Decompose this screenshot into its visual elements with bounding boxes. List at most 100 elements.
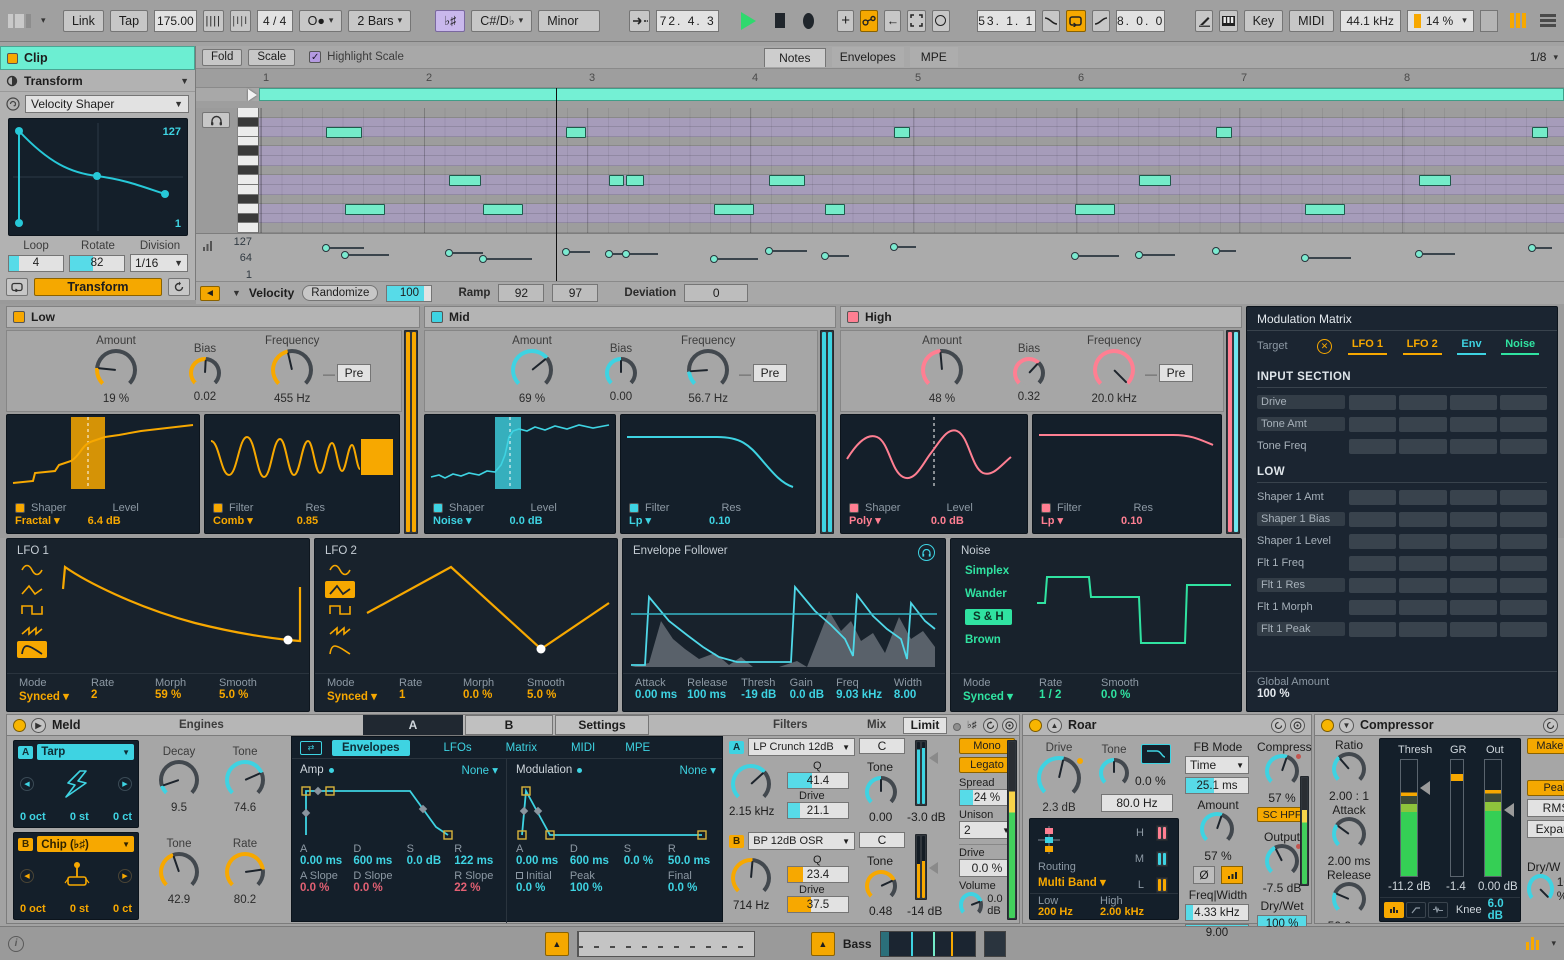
- low-shaper-type-menu[interactable]: Fractal ▾: [15, 514, 60, 527]
- scale-aware-icon[interactable]: ♭♯: [967, 720, 977, 731]
- high-filter-res-field[interactable]: 0.10: [1121, 515, 1142, 527]
- amp-attack-field[interactable]: 0.00 ms: [300, 855, 353, 867]
- matrix-cell[interactable]: [1399, 556, 1446, 571]
- refresh-tool-icon[interactable]: [6, 97, 20, 111]
- matrix-source-lfo1[interactable]: LFO 1: [1348, 338, 1387, 355]
- matrix-cell[interactable]: [1450, 578, 1497, 593]
- amp-rslope-field[interactable]: 22 %: [454, 882, 498, 894]
- matrix-cell[interactable]: [1500, 622, 1547, 637]
- filter-a-drive-field[interactable]: 21.1: [787, 802, 849, 819]
- routing-mode-menu[interactable]: Multi Band ▾: [1038, 875, 1106, 889]
- mix-b-tone-knob[interactable]: [865, 870, 897, 902]
- high-shaper-level-field[interactable]: 0.0 dB: [931, 515, 964, 527]
- window-caret-icon[interactable]: ▾: [41, 15, 46, 26]
- mix-b-c-button[interactable]: C: [859, 832, 905, 848]
- matrix-cell[interactable]: [1399, 395, 1446, 410]
- preview-headphone-icon[interactable]: [202, 112, 230, 128]
- cpu-meter[interactable]: 14 %▾: [1407, 10, 1474, 32]
- piano-key[interactable]: [238, 223, 258, 233]
- comp-thresh-handle[interactable]: [1420, 781, 1430, 795]
- matrix-cell[interactable]: [1500, 578, 1547, 593]
- matrix-cell[interactable]: [1399, 600, 1446, 615]
- velocity-shaper-curve[interactable]: 127 1: [8, 118, 188, 236]
- fb-freq-field[interactable]: 4.33 kHz: [1185, 904, 1249, 921]
- clip-overview[interactable]: [577, 931, 755, 957]
- mid-frequency-knob[interactable]: [687, 349, 729, 391]
- roar-randomize-icon[interactable]: [1271, 718, 1286, 733]
- lfo2-rate-field[interactable]: 1: [399, 689, 463, 701]
- mid-shaper-type-menu[interactable]: Noise ▾: [433, 514, 472, 527]
- high-filter-activator[interactable]: [1041, 503, 1051, 513]
- piano-key[interactable]: [238, 137, 258, 147]
- band-low-activator[interactable]: [13, 311, 25, 323]
- noise-rate-field[interactable]: 1 / 2: [1039, 689, 1101, 701]
- meld-subtab-lfos[interactable]: LFOs: [444, 742, 472, 754]
- piano-key[interactable]: [238, 166, 258, 176]
- matrix-clear-icon[interactable]: ✕: [1317, 339, 1332, 354]
- filter-a-freq-value[interactable]: 2.15 kHz: [729, 806, 774, 818]
- status-caret-icon[interactable]: ▾: [1551, 938, 1556, 949]
- comp-expand-button[interactable]: Expand: [1527, 820, 1564, 838]
- matrix-cell[interactable]: [1500, 439, 1547, 454]
- mod-env-display[interactable]: [516, 783, 716, 841]
- comp-out-value[interactable]: 0.00 dB: [1478, 881, 1518, 893]
- low-filter-display[interactable]: FilterRes Comb ▾0.85: [204, 414, 400, 534]
- lane-select-caret[interactable]: ▼: [232, 288, 241, 298]
- scale-mode-button[interactable]: Scale: [248, 49, 295, 66]
- roar-fold-icon[interactable]: ▲: [1047, 718, 1062, 733]
- root-note-menu[interactable]: C#/D♭▾: [471, 10, 532, 32]
- low-frequency-knob[interactable]: [271, 349, 313, 391]
- fold-button[interactable]: Fold: [202, 49, 242, 66]
- ramp-to-field[interactable]: 97: [552, 284, 598, 302]
- loop-brace[interactable]: [259, 88, 1564, 101]
- comp-drywet-knob[interactable]: [1527, 874, 1554, 904]
- count-in-icon[interactable]: |I|I: [230, 10, 251, 32]
- capture-midi-icon[interactable]: [907, 10, 925, 32]
- envf-thresh-field[interactable]: -19 dB: [741, 689, 789, 701]
- lfo1-rate-field[interactable]: 2: [91, 689, 155, 701]
- clip-panel-header[interactable]: Clip: [0, 46, 195, 70]
- amp-release-field[interactable]: 122 ms: [454, 855, 498, 867]
- matrix-cell[interactable]: [1349, 600, 1396, 615]
- loop-count-field[interactable]: 4: [8, 255, 64, 272]
- transform-collapse-caret[interactable]: ▼: [180, 76, 189, 86]
- envf-attack-field[interactable]: 0.00 ms: [635, 689, 687, 701]
- piano-key[interactable]: [238, 195, 258, 205]
- comp-activity-view-icon[interactable]: [1428, 902, 1448, 918]
- punch-in-icon[interactable]: [1042, 10, 1060, 32]
- transform-section-header[interactable]: Transform ▼: [0, 70, 195, 92]
- high-frequency-knob[interactable]: [1093, 349, 1135, 391]
- noise-type-brown[interactable]: Brown: [965, 632, 1012, 648]
- roar-tone-freq-field[interactable]: 80.0 Hz: [1101, 794, 1173, 812]
- mid-bias-knob[interactable]: [605, 357, 637, 389]
- engine-b-oct-field[interactable]: 0 oct: [20, 903, 46, 915]
- mid-filter-type-menu[interactable]: Lp ▾: [629, 514, 651, 527]
- matrix-cell[interactable]: [1349, 622, 1396, 637]
- high-shaper-activator[interactable]: [849, 503, 859, 513]
- engine-a-prev-icon[interactable]: ◀: [20, 777, 34, 791]
- filter-b-freq-knob[interactable]: [731, 858, 771, 898]
- comp-rms-button[interactable]: RMS: [1527, 799, 1564, 817]
- mix-a-level-value[interactable]: -3.0 dB: [907, 810, 946, 824]
- matrix-cell[interactable]: [1500, 417, 1547, 432]
- draw-mode-icon[interactable]: [1195, 10, 1213, 32]
- roar-tone-filter-icon[interactable]: [1141, 744, 1171, 764]
- key-map-button[interactable]: Key: [1244, 10, 1284, 32]
- mid-pre-button[interactable]: Pre: [753, 364, 787, 382]
- matrix-cell[interactable]: [1450, 512, 1497, 527]
- fb-time-field[interactable]: 25.1 ms: [1185, 777, 1249, 794]
- note-grid[interactable]: [259, 108, 1564, 233]
- meld-subtab-matrix[interactable]: Matrix: [506, 742, 537, 754]
- loop-length-field[interactable]: 8. 0. 0: [1116, 10, 1165, 32]
- computer-midi-keyboard-icon[interactable]: [1219, 10, 1237, 32]
- matrix-cell[interactable]: [1500, 490, 1547, 505]
- groove-amount-button[interactable]: O●▾: [299, 10, 343, 32]
- mix-a-tone-knob[interactable]: [865, 776, 897, 808]
- info-icon[interactable]: i: [8, 936, 24, 952]
- quantize-menu[interactable]: 2 Bars▾: [348, 10, 411, 32]
- mix-b-level-value[interactable]: -14 dB: [907, 904, 942, 918]
- tempo-field[interactable]: 175.00: [154, 10, 197, 32]
- rotate-field[interactable]: 82: [69, 255, 125, 272]
- compressor-header[interactable]: ▼ Compressor: [1314, 714, 1564, 736]
- engine-b-tone-knob[interactable]: [159, 852, 199, 892]
